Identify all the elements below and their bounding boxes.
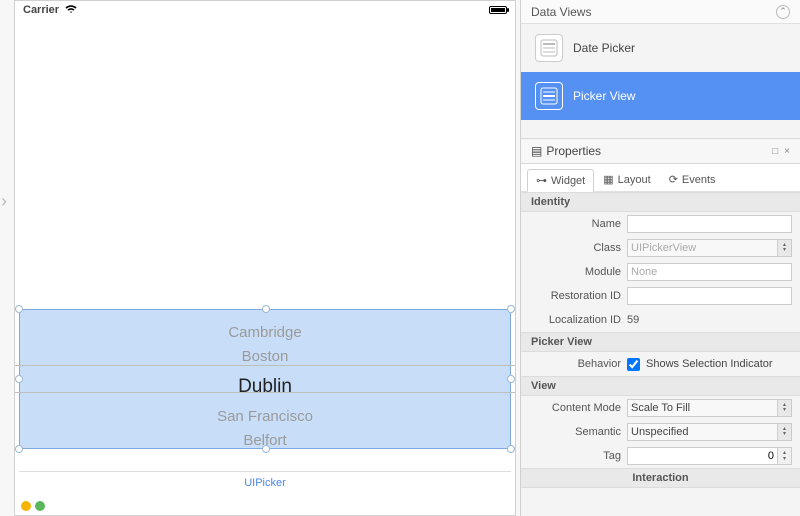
class-label: Class	[529, 242, 621, 254]
properties-icon: ▤	[531, 144, 542, 158]
tab-label: Events	[682, 174, 716, 186]
shows-selection-indicator-label: Shows Selection Indicator	[646, 358, 773, 370]
class-select[interactable]: UIPickerView ▴▾	[627, 239, 792, 257]
picker-row-selected[interactable]: Dublin	[15, 373, 515, 401]
picker-row[interactable]: Boston	[15, 345, 515, 369]
design-canvas[interactable]: › Carrier Cambridge Boston Dublin San Fr…	[14, 0, 516, 516]
picker-view[interactable]: Cambridge Boston Dublin San Francisco Be…	[15, 321, 515, 453]
tab-label: Widget	[551, 175, 585, 187]
inspector-panel: Data Views ⌃ Date Picker Picker View ▤ P…	[520, 0, 800, 516]
module-label: Module	[529, 266, 621, 278]
section-identity: Identity	[521, 192, 800, 212]
layout-icon: ▦	[603, 173, 613, 186]
content-mode-value: Scale To Fill	[631, 402, 690, 414]
name-label: Name	[529, 218, 621, 230]
semantic-label: Semantic	[529, 426, 621, 438]
properties-title: Properties	[546, 144, 601, 158]
content-mode-label: Content Mode	[529, 402, 621, 414]
data-view-picker-view[interactable]: Picker View	[521, 72, 800, 120]
chevron-down-icon: ▴▾	[777, 240, 791, 256]
refresh-icon[interactable]	[35, 501, 45, 511]
events-icon: ⟳	[669, 173, 678, 186]
tab-layout[interactable]: ▦ Layout	[594, 168, 659, 191]
restoration-id-field[interactable]	[627, 287, 792, 305]
content-mode-select[interactable]: Scale To Fill ▴▾	[627, 399, 792, 417]
simulator-status-bar: Carrier	[15, 1, 515, 19]
semantic-value: Unspecified	[631, 426, 688, 438]
picker-row[interactable]: San Francisco	[15, 405, 515, 429]
canvas-footer-label: UIPicker	[19, 471, 511, 493]
close-icon[interactable]: ×	[784, 146, 790, 157]
name-field[interactable]	[627, 215, 792, 233]
tag-field[interactable]	[627, 447, 778, 465]
data-view-date-picker[interactable]: Date Picker	[521, 24, 800, 72]
wifi-icon	[65, 4, 77, 17]
tag-stepper[interactable]: ▴▾	[778, 447, 792, 465]
warning-icon[interactable]	[21, 501, 31, 511]
module-field[interactable]	[627, 263, 792, 281]
data-views-header[interactable]: Data Views ⌃	[521, 0, 800, 24]
restoration-id-label: Restoration ID	[529, 290, 621, 302]
carrier-label: Carrier	[23, 4, 59, 16]
properties-header: ▤ Properties □ ×	[521, 138, 800, 164]
data-views-title: Data Views	[531, 5, 591, 19]
battery-icon	[489, 6, 507, 14]
tab-label: Layout	[618, 174, 651, 186]
picker-row[interactable]: Cambridge	[15, 321, 515, 345]
tag-label: Tag	[529, 450, 621, 462]
shows-selection-indicator-checkbox[interactable]	[627, 358, 640, 371]
localization-id-label: Localization ID	[529, 314, 621, 326]
tab-events[interactable]: ⟳ Events	[660, 168, 725, 191]
detach-icon[interactable]: □	[772, 146, 778, 157]
class-value: UIPickerView	[631, 242, 696, 254]
tab-widget[interactable]: ⊶ Widget	[527, 169, 594, 192]
behavior-label: Behavior	[529, 358, 621, 370]
arrow-right-icon: ›	[1, 191, 7, 212]
widget-icon: ⊶	[536, 174, 547, 187]
properties-tabs: ⊶ Widget ▦ Layout ⟳ Events	[521, 164, 800, 192]
collapse-icon[interactable]: ⌃	[776, 5, 790, 19]
date-picker-icon	[535, 34, 563, 62]
data-view-label: Date Picker	[573, 41, 635, 55]
localization-id-value: 59	[627, 314, 792, 326]
section-picker-view: Picker View	[521, 332, 800, 352]
semantic-select[interactable]: Unspecified ▴▾	[627, 423, 792, 441]
section-view: View	[521, 376, 800, 396]
data-view-label: Picker View	[573, 89, 635, 103]
chevron-down-icon: ▴▾	[777, 424, 791, 440]
chevron-down-icon: ▴▾	[777, 400, 791, 416]
section-interaction: Interaction	[521, 468, 800, 488]
picker-view-icon	[535, 82, 563, 110]
